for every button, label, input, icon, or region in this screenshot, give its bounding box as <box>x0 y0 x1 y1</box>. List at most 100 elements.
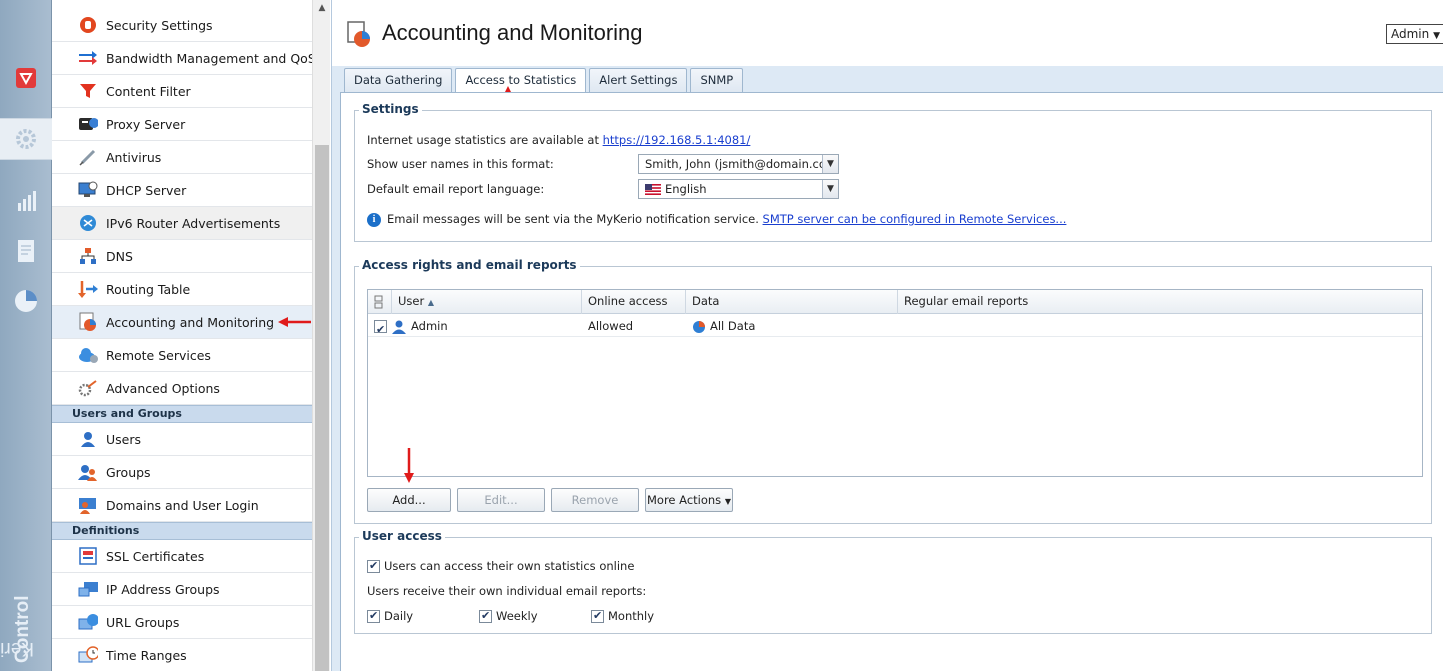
rail-status-button[interactable] <box>0 180 52 222</box>
user-format-select[interactable]: Smith, John (jsmith@domain.com) ▼ <box>638 154 839 174</box>
certificate-icon <box>78 546 98 566</box>
nav-item-label: Antivirus <box>106 149 162 165</box>
nav-item-advanced-options[interactable]: Advanced Options <box>52 372 312 405</box>
dhcp-monitor-icon <box>78 180 98 200</box>
daily-option[interactable]: Daily <box>367 609 413 623</box>
row-user-name: Admin <box>411 319 448 333</box>
users-grid: User ▲ Online access Data Regular email … <box>367 289 1423 477</box>
tab-alert-settings[interactable]: Alert Settings <box>589 68 688 92</box>
add-button[interactable]: Add... <box>367 488 451 512</box>
nav-item-accounting-monitoring[interactable]: Accounting and Monitoring <box>52 306 312 339</box>
tab-content: Settings Internet usage statistics are a… <box>340 92 1443 671</box>
nav-item-dns[interactable]: DNS <box>52 240 312 273</box>
monthly-option[interactable]: Monthly <box>591 609 654 623</box>
nav-item-remote-services[interactable]: Remote Services <box>52 339 312 372</box>
own-stats-option[interactable]: Users can access their own statistics on… <box>367 559 634 573</box>
admin-user-menu[interactable]: Admin ▼ <box>1386 24 1443 44</box>
tab-access-to-statistics[interactable]: Access to Statistics <box>455 68 587 94</box>
row-data-value: All Data <box>710 319 756 333</box>
bandwidth-arrows-icon <box>78 48 98 68</box>
stats-text: Internet usage statistics are available … <box>367 133 603 147</box>
us-flag-icon <box>645 184 661 195</box>
network-tree-icon <box>78 246 98 266</box>
nav-item-label: Groups <box>106 464 151 480</box>
pie-chart-icon <box>693 320 705 333</box>
chevron-down-icon: ▼ <box>822 155 838 173</box>
smtp-config-link[interactable]: SMTP server can be configured in Remote … <box>763 212 1067 226</box>
access-rights-group: Access rights and email reports User ▲ O… <box>354 258 1432 524</box>
remove-button[interactable]: Remove <box>551 488 639 512</box>
table-row[interactable]: Admin Allowed All Data <box>368 315 1422 341</box>
language-select[interactable]: English ▼ <box>638 179 839 199</box>
nav-item-users[interactable]: Users <box>52 423 312 456</box>
nav-item-label: Users <box>106 431 142 447</box>
rail-configuration-button[interactable] <box>0 118 52 160</box>
monthly-label: Monthly <box>608 609 655 623</box>
settings-group: Settings Internet usage statistics are a… <box>354 102 1432 242</box>
kerio-control-brand: KerioControl <box>0 553 44 663</box>
tab-snmp[interactable]: SNMP <box>690 68 744 92</box>
rail-logs-button[interactable] <box>0 230 52 272</box>
column-header-user[interactable]: User ▲ <box>392 290 582 314</box>
nav-item-bandwidth[interactable]: Bandwidth Management and QoS <box>52 42 312 75</box>
user-icon <box>392 320 406 334</box>
rail-statistics-button[interactable] <box>0 280 52 322</box>
own-stats-checkbox[interactable] <box>367 559 380 573</box>
language-value: English <box>665 182 707 196</box>
weekly-option[interactable]: Weekly <box>479 609 538 623</box>
weekly-label: Weekly <box>496 609 538 623</box>
ip-group-icon <box>78 579 98 599</box>
column-chooser-icon[interactable] <box>368 290 392 314</box>
pie-chart-icon <box>15 290 37 312</box>
nav-item-label: Accounting and Monitoring <box>106 314 275 330</box>
scroll-up-icon[interactable]: ▲ <box>313 0 331 17</box>
grid-header: User ▲ Online access Data Regular email … <box>368 290 1422 314</box>
brand-light-text: Kerio <box>0 638 34 659</box>
column-header-email-reports[interactable]: Regular email reports <box>898 290 1422 314</box>
column-header-data[interactable]: Data <box>686 290 898 314</box>
nav-item-ssl-certificates[interactable]: SSL Certificates <box>52 540 312 573</box>
cell-data: All Data <box>686 315 898 337</box>
group-icon <box>78 462 98 482</box>
nav-item-ip-address-groups[interactable]: IP Address Groups <box>52 573 312 606</box>
nav-scrollbar[interactable]: ▲ <box>312 0 330 671</box>
daily-checkbox[interactable] <box>367 609 380 623</box>
nav-item-label: Advanced Options <box>106 380 220 396</box>
more-actions-button[interactable]: More Actions ▼ <box>645 488 733 512</box>
edit-button[interactable]: Edit... <box>457 488 545 512</box>
router-icon <box>78 213 98 233</box>
rail-dashboard-button[interactable] <box>0 57 52 99</box>
own-stats-label: Users can access their own statistics on… <box>384 559 635 573</box>
nav-item-antivirus[interactable]: Antivirus <box>52 141 312 174</box>
nav-item-time-ranges[interactable]: Time Ranges <box>52 639 312 671</box>
tab-data-gathering[interactable]: Data Gathering <box>344 68 453 92</box>
nav-item-content-filter[interactable]: Content Filter <box>52 75 312 108</box>
nav-item-label: IPv6 Router Advertisements <box>106 215 281 231</box>
tab-bar: Data Gathering Access to Statistics Aler… <box>344 68 746 94</box>
monthly-checkbox[interactable] <box>591 609 604 623</box>
nav-item-label: URL Groups <box>106 614 180 630</box>
weekly-checkbox[interactable] <box>479 609 492 623</box>
nav-item-ipv6-router[interactable]: IPv6 Router Advertisements <box>52 207 312 240</box>
scrollbar-thumb[interactable] <box>315 145 329 671</box>
reports-label: Users receive their own individual email… <box>367 584 647 598</box>
user-format-label: Show user names in this format: <box>367 157 554 171</box>
nav-item-label: Domains and User Login <box>106 497 259 513</box>
info-text: Email messages will be sent via the MyKe… <box>387 212 763 226</box>
nav-item-dhcp-server[interactable]: DHCP Server <box>52 174 312 207</box>
nav-item-routing-table[interactable]: Routing Table <box>52 273 312 306</box>
nav-item-label: DHCP Server <box>106 182 187 198</box>
annotation-arrow-icon <box>278 317 311 327</box>
cell-user: Admin <box>368 315 582 341</box>
nav-item-security-settings[interactable]: Security Settings <box>52 9 312 42</box>
chevron-down-icon: ▼ <box>822 180 838 198</box>
routing-arrows-icon <box>78 279 98 299</box>
column-header-online-access[interactable]: Online access <box>582 290 686 314</box>
nav-item-url-groups[interactable]: URL Groups <box>52 606 312 639</box>
nav-item-domains-login[interactable]: Domains and User Login <box>52 489 312 522</box>
nav-item-proxy-server[interactable]: Proxy Server <box>52 108 312 141</box>
nav-item-groups[interactable]: Groups <box>52 456 312 489</box>
nav-item-label: DNS <box>106 248 133 264</box>
stats-url-link[interactable]: https://192.168.5.1:4081/ <box>603 133 751 147</box>
row-enabled-checkbox[interactable] <box>374 319 387 341</box>
